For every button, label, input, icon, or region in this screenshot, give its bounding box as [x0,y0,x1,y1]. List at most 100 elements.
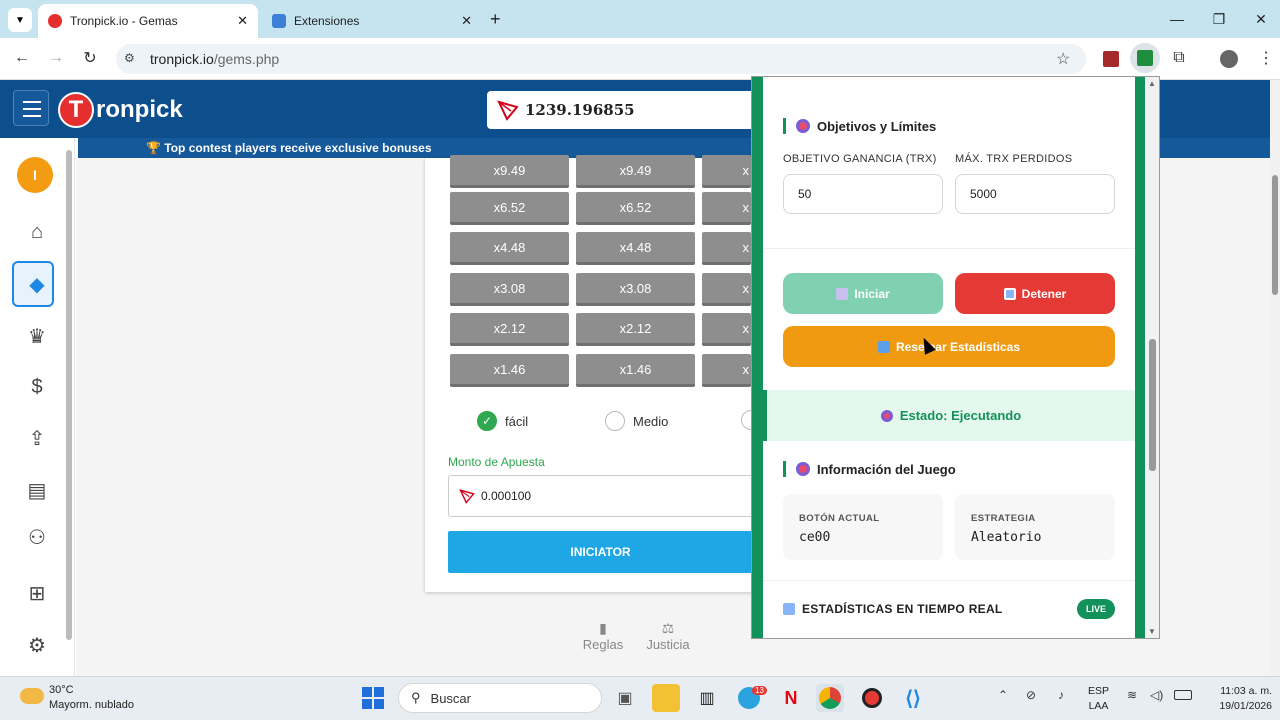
divider [763,248,1135,249]
referral-gift-icon[interactable]: ⚇ [22,522,52,552]
stop-bot-button[interactable]: Detener [955,273,1115,314]
address-bar[interactable]: ⚙ tronpick.io/gems.php ☆ [116,44,1086,74]
vscode-icon[interactable]: ⟨⟩ [899,684,927,712]
panel-left-accent [752,77,763,638]
close-tab-icon[interactable]: ✕ [461,13,472,29]
volume-icon[interactable]: ◁) [1150,688,1163,702]
multiplier-tile[interactable]: x9.49 [450,155,569,188]
telegram-badge: 13 [752,686,767,695]
tab-extensiones[interactable]: Extensiones ✕ [262,4,482,38]
rules-label: Reglas [582,637,624,652]
tray-chevron-icon[interactable]: ⌃ [998,688,1008,702]
multiplier-tile[interactable]: x4.48 [576,232,695,265]
close-tab-icon[interactable]: ✕ [237,13,248,29]
chrome-icon[interactable] [816,684,844,712]
multiplier-tile[interactable]: x [702,313,751,346]
difficulty-medium-radio[interactable]: Medio [605,410,668,432]
panel-scrollbar-thumb[interactable] [1149,339,1156,471]
windows-start-icon[interactable] [359,684,387,712]
tronpick-logo[interactable]: T ronpick [58,91,183,129]
battery-icon[interactable] [1174,690,1192,700]
bonus-gift-icon[interactable]: ⊞ [22,578,52,608]
user-avatar[interactable]: I [17,157,53,193]
back-icon[interactable]: ← [10,46,34,70]
multiplier-tile[interactable]: x [702,273,751,306]
profile-avatar[interactable] [1220,50,1238,68]
extension-active-icon[interactable] [1130,43,1160,73]
multiplier-tile[interactable]: x [702,192,751,225]
target-icon [796,119,810,133]
new-tab-button[interactable]: + [490,9,501,30]
file-explorer-icon[interactable] [652,684,680,712]
start-game-button[interactable]: INICIATOR [448,531,753,573]
multiplier-tile[interactable]: x3.08 [576,273,695,306]
max-loss-value: 5000 [970,187,997,201]
max-loss-input[interactable]: 5000 [955,174,1115,214]
tab-search-button[interactable]: ▼ [8,8,32,32]
multiplier-tile[interactable]: x2.12 [576,313,695,346]
stop-square-icon [1003,287,1016,300]
page-scrollbar-thumb[interactable] [1272,175,1278,295]
money-bag-icon[interactable]: $ [22,372,52,402]
strategy-label: ESTRATEGIA [971,513,1036,524]
profit-target-input[interactable]: 50 [783,174,943,214]
wifi-icon[interactable]: ≋ [1127,688,1137,702]
multiplier-tile[interactable]: x1.46 [450,354,569,387]
tray-app-icon[interactable]: ⊘ [1026,688,1036,702]
multiplier-tile[interactable]: x6.52 [450,192,569,225]
multiplier-tile[interactable]: x4.48 [450,232,569,265]
extensions-puzzle-icon[interactable]: ⧉ [1167,46,1191,70]
forward-icon[interactable]: → [44,46,68,70]
reload-icon[interactable]: ↻ [78,46,102,70]
trophy-icon[interactable]: ♛ [22,321,52,351]
settings-gear-icon[interactable]: ⚙ [22,630,52,660]
multiplier-tile[interactable]: x3.08 [450,273,569,306]
netflix-icon[interactable]: N [777,684,805,712]
rules-link[interactable]: ▮ Reglas [573,620,633,652]
fairness-link[interactable]: ⚖ Justicia [638,620,698,652]
tab-tronpick[interactable]: Tronpick.io - Gemas ✕ [38,4,258,38]
weather-widget[interactable]: 30°C Mayorm. nublado [49,683,134,713]
clock[interactable]: 11:03 a. m. 19/01/2026 [1200,684,1272,714]
menu-kebab-icon[interactable]: ⋮ [1254,46,1278,70]
panel-scroll-down-icon[interactable]: ▼ [1148,627,1156,636]
multiplier-tile[interactable]: x [702,232,751,265]
maximize-button[interactable]: ❐ [1196,0,1242,38]
bookmark-star-icon[interactable]: ☆ [1056,49,1070,69]
taskbar-search-box[interactable]: ⚲ Buscar [398,683,602,713]
profit-target-value: 50 [798,187,812,201]
page-scrollbar[interactable] [1270,80,1280,676]
panel-scroll-up-icon[interactable]: ▲ [1148,79,1156,88]
sidebar-scrollbar[interactable] [66,150,72,640]
task-view-icon[interactable]: ▣ [611,684,639,712]
extension-red-icon[interactable] [1103,51,1119,67]
language-indicator[interactable]: ESP LAA [1088,684,1109,714]
bet-amount-input[interactable]: 0.000100 [448,475,753,517]
fairness-label: Justicia [646,637,690,652]
reset-stats-button[interactable]: Resetear Estadísticas [783,326,1115,367]
difficulty-easy-radio[interactable]: ✓ fácil [477,410,528,432]
hamburger-menu-icon[interactable] [13,90,49,126]
upload-icon[interactable]: ⇪ [22,423,52,453]
extension-panel: ▲ ▼ Objetivos y Límites OBJETIVO GANANCI… [751,76,1160,639]
screen-recorder-icon[interactable] [858,684,886,712]
multiplier-tile[interactable]: x2.12 [450,313,569,346]
book-icon: ▮ [599,620,607,636]
stats-chart-icon[interactable]: ▤ [22,475,52,505]
puzzle-favicon-icon [272,14,286,28]
home-icon[interactable]: ⌂ [22,217,52,247]
microphone-icon[interactable]: ♪ [1058,688,1064,702]
dice-games-icon[interactable]: ◆ [22,269,52,299]
multiplier-tile[interactable]: x [702,155,751,188]
multiplier-tile[interactable]: x1.46 [576,354,695,387]
multiplier-tile[interactable]: x [702,354,751,387]
stop-bot-label: Detener [1021,286,1067,301]
site-info-icon[interactable]: ⚙ [124,51,135,65]
close-window-button[interactable]: ✕ [1238,0,1280,38]
multiplier-tile[interactable]: x9.49 [576,155,695,188]
media-app-icon[interactable]: ▥ [693,684,721,712]
reset-stats-label: Resetear Estadísticas [895,339,1021,354]
start-bot-button[interactable]: Iniciar [783,273,943,314]
multiplier-tile[interactable]: x6.52 [576,192,695,225]
minimize-button[interactable]: — [1154,0,1200,38]
